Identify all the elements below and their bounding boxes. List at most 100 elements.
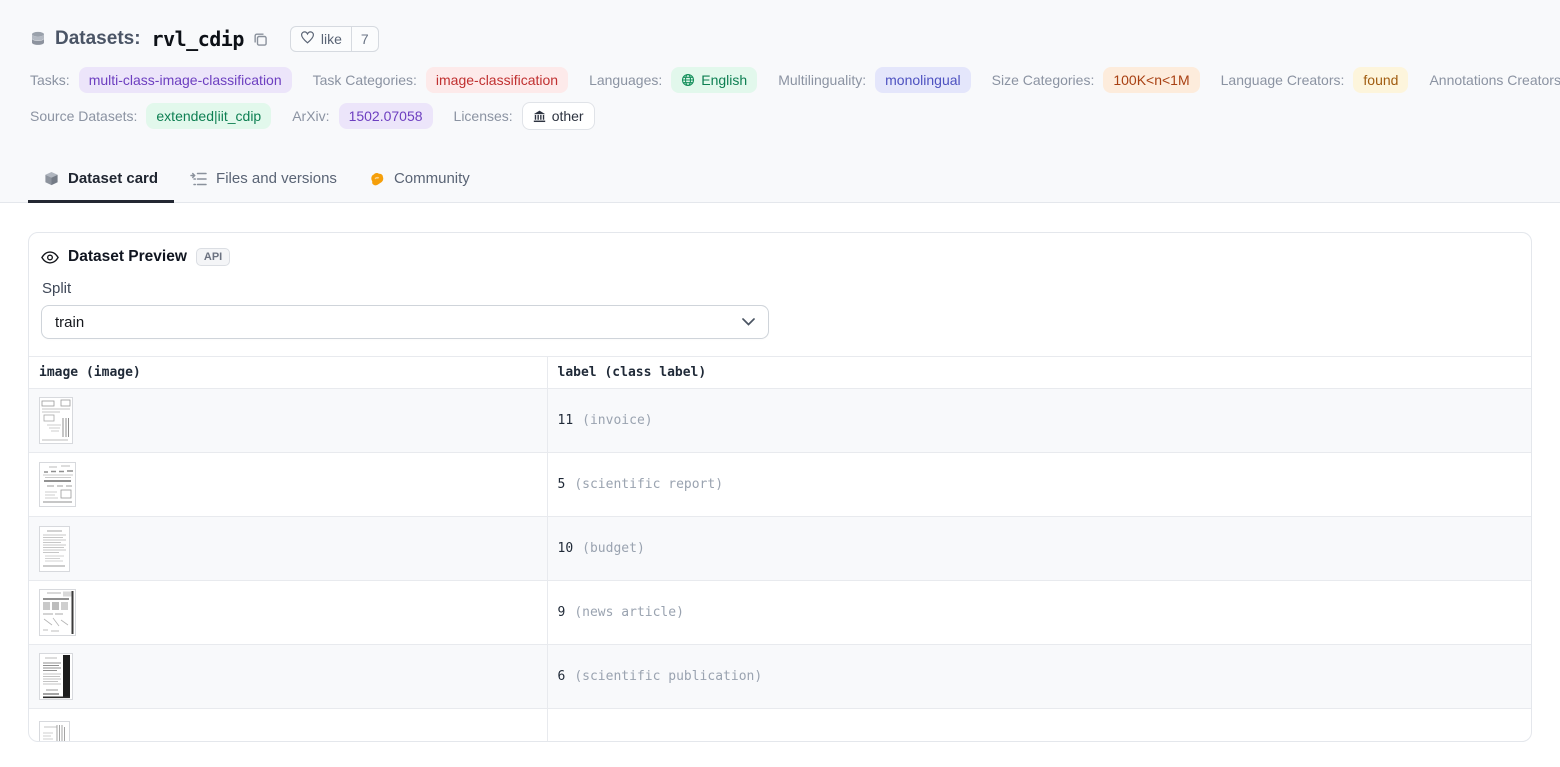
copy-icon[interactable] <box>253 32 268 47</box>
bank-icon <box>533 110 546 123</box>
chevron-down-icon <box>742 318 755 326</box>
tab-files-and-versions[interactable]: Files and versions <box>174 157 353 203</box>
tag-group-label: Size Categories: <box>992 72 1095 88</box>
label-number: 11 <box>558 413 574 428</box>
tag-pill-task-categories[interactable]: image-classification <box>426 67 568 93</box>
tag-row-2: Source Datasets: extended|iit_cdip ArXiv… <box>30 102 1530 132</box>
heart-icon <box>300 31 315 47</box>
image-cell <box>29 581 547 645</box>
label-name: (scientific publication) <box>574 669 762 684</box>
tag-pill-label: English <box>701 70 747 90</box>
image-cell <box>29 517 547 581</box>
split-label: Split <box>42 280 1519 297</box>
tag-group-label: Annotations Creators: <box>1429 72 1560 88</box>
tag-group-label: Languages: <box>589 72 662 88</box>
tag-group-label: Multilinguality: <box>778 72 866 88</box>
tag-group-label: Licenses: <box>454 108 513 124</box>
versions-icon <box>190 172 207 186</box>
tab-label: Dataset card <box>68 170 158 187</box>
label-number: 5 <box>558 477 566 492</box>
label-number: 6 <box>558 669 566 684</box>
page-header: Datasets: rvl_cdip like 7 Tasks: multi-c… <box>0 0 1560 203</box>
label-cell: 11 (invoice) <box>547 389 1531 453</box>
label-cell: 6 (scientific publication) <box>547 645 1531 709</box>
split-select-value: train <box>55 314 84 331</box>
breadcrumb: Datasets: <box>55 28 141 50</box>
tag-pill-size-categories[interactable]: 100K<n<1M <box>1103 67 1199 93</box>
table-header-row: image (image) label (class label) <box>29 357 1531 389</box>
tag-pill-label: other <box>552 106 584 126</box>
preview-header: Dataset Preview API <box>41 248 1519 266</box>
tag-group-licenses: Licenses: other <box>454 102 595 130</box>
dataset-preview-card: Dataset Preview API Split train image (i… <box>28 232 1532 742</box>
label-name: (news article) <box>574 605 684 620</box>
table-row: 5 (scientific report) <box>29 453 1531 517</box>
document-thumbnail <box>39 526 70 572</box>
preview-title: Dataset Preview <box>68 248 187 266</box>
like-button-main[interactable]: like <box>291 31 351 47</box>
tag-group-source-datasets: Source Datasets: extended|iit_cdip <box>30 103 271 129</box>
tab-community[interactable]: Community <box>353 157 486 203</box>
tag-group-task-categories: Task Categories: image-classification <box>313 67 568 93</box>
tag-group-annotations-creators: Annotations Creators: found <box>1429 67 1560 93</box>
tag-pill-arxiv[interactable]: 1502.07058 <box>339 103 433 129</box>
tab-bar: Dataset card Files and versions Communit… <box>28 157 1530 202</box>
table-row: 11 (invoice) <box>29 389 1531 453</box>
tag-pill-source-datasets[interactable]: extended|iit_cdip <box>146 103 271 129</box>
image-cell <box>29 389 547 453</box>
tag-group-size-categories: Size Categories: 100K<n<1M <box>992 67 1200 93</box>
tag-group-arxiv: ArXiv: 1502.07058 <box>292 103 432 129</box>
label-name: (scientific report) <box>574 477 723 492</box>
label-name: (invoice) <box>582 413 652 428</box>
label-number: 10 <box>558 541 574 556</box>
label-number: 9 <box>558 605 566 620</box>
dataset-name: rvl_cdip <box>152 27 244 51</box>
tag-group-label: Source Datasets: <box>30 108 137 124</box>
tag-pill-languages[interactable]: English <box>671 67 757 93</box>
image-cell <box>29 709 547 743</box>
image-cell <box>29 645 547 709</box>
preview-table: image (image) label (class label) 11 (inv… <box>29 356 1531 742</box>
split-select[interactable]: train <box>41 305 769 339</box>
like-label: like <box>321 31 342 47</box>
table-row <box>29 709 1531 743</box>
tab-label: Community <box>394 170 470 187</box>
eye-icon <box>41 251 59 264</box>
like-count[interactable]: 7 <box>351 27 378 51</box>
tag-group-label: Tasks: <box>30 72 70 88</box>
image-cell <box>29 453 547 517</box>
tag-group-languages: Languages: English <box>589 67 757 93</box>
table-row: 10 (budget) <box>29 517 1531 581</box>
document-thumbnail <box>39 589 76 636</box>
api-badge[interactable]: API <box>196 248 230 266</box>
tag-pill-licenses[interactable]: other <box>522 102 595 130</box>
tag-group-label: Task Categories: <box>313 72 417 88</box>
tag-group-label: Language Creators: <box>1221 72 1345 88</box>
community-icon <box>369 171 385 187</box>
table-row: 6 (scientific publication) <box>29 645 1531 709</box>
tag-group-label: ArXiv: <box>292 108 329 124</box>
label-cell: 5 (scientific report) <box>547 453 1531 517</box>
column-header-label: label (class label) <box>547 357 1531 389</box>
tab-dataset-card[interactable]: Dataset card <box>28 157 174 203</box>
document-thumbnail <box>39 397 73 444</box>
document-thumbnail <box>39 653 73 700</box>
cube-icon <box>44 171 59 186</box>
tag-row-1: Tasks: multi-class-image-classification … <box>30 67 1530 93</box>
column-header-image: image (image) <box>29 357 547 389</box>
tag-group-multilinguality: Multilinguality: monolingual <box>778 67 970 93</box>
document-thumbnail <box>39 721 70 742</box>
tag-group-language-creators: Language Creators: found <box>1221 67 1409 93</box>
document-thumbnail <box>39 462 76 507</box>
globe-icon <box>681 73 695 87</box>
label-cell: 9 (news article) <box>547 581 1531 645</box>
label-cell: 10 (budget) <box>547 517 1531 581</box>
database-icon <box>30 31 46 47</box>
tag-pill-tasks[interactable]: multi-class-image-classification <box>79 67 292 93</box>
label-cell <box>547 709 1531 743</box>
like-button[interactable]: like 7 <box>290 26 379 52</box>
tab-label: Files and versions <box>216 170 337 187</box>
label-name: (budget) <box>582 541 645 556</box>
tag-pill-language-creators[interactable]: found <box>1353 67 1408 93</box>
tag-pill-multilinguality[interactable]: monolingual <box>875 67 971 93</box>
